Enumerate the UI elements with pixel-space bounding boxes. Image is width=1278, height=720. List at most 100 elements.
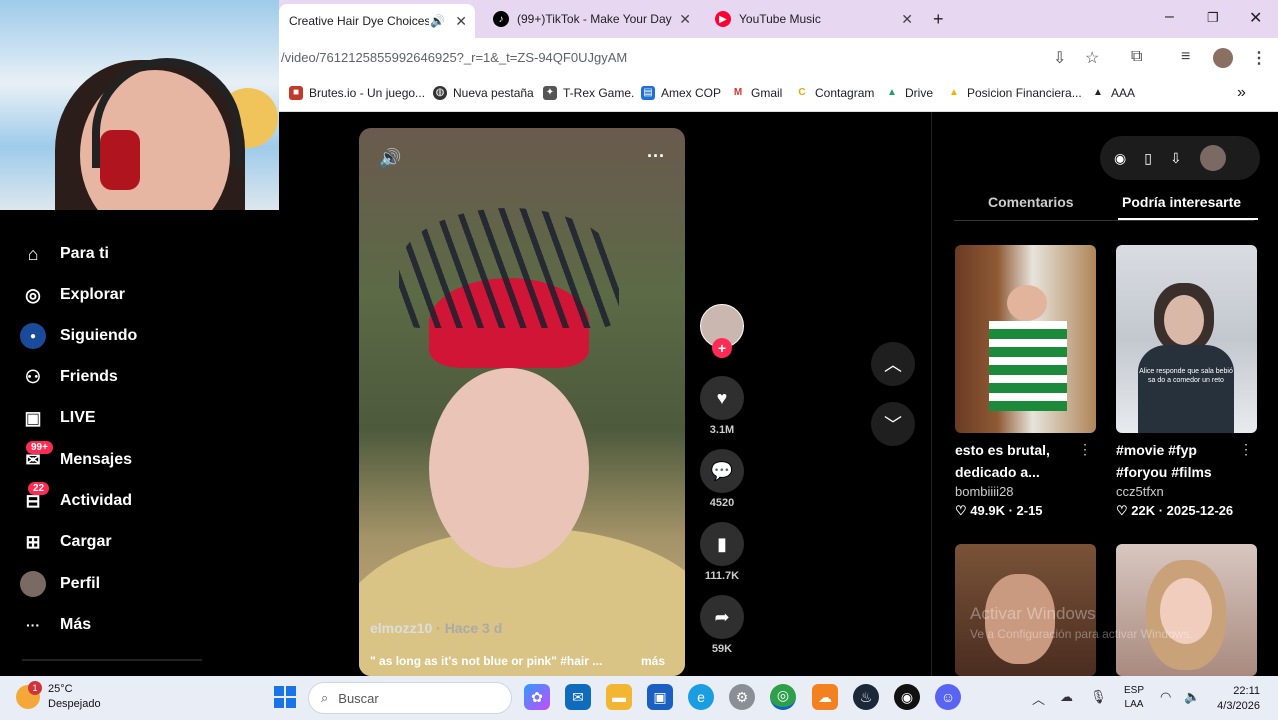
home-icon: ⌂ xyxy=(27,243,39,264)
suggested-video-card[interactable]: esto es brutal, dedicado a... ⋮ bombiiii… xyxy=(955,245,1096,519)
save-action[interactable]: ▮ 111.7K xyxy=(700,522,744,582)
tab-youtube-music[interactable]: ▶ YouTube Music ✕ xyxy=(705,4,921,34)
game-app-icon[interactable]: ◉ xyxy=(894,684,920,710)
close-window-button[interactable]: ✕ xyxy=(1249,8,1262,28)
clock[interactable]: 22:11 4/3/2026 xyxy=(1210,684,1260,714)
video-thumbnail[interactable] xyxy=(955,245,1096,433)
edge-icon[interactable]: e xyxy=(688,684,714,710)
taskbar-search[interactable]: ⌕ Buscar xyxy=(308,682,512,714)
bookmark-trex[interactable]: ✦ T-Rex Game. xyxy=(543,86,634,100)
new-tab-button[interactable]: + xyxy=(933,4,953,34)
menu-icon[interactable]: ⋮ xyxy=(1251,48,1267,68)
tab-comentarios[interactable]: Comentarios xyxy=(988,194,1074,210)
comment-action[interactable]: 💬 4520 xyxy=(700,449,744,509)
heart-icon[interactable]: ♥ xyxy=(700,376,744,420)
bookmark-amex[interactable]: ▤ Amex COP xyxy=(641,86,721,100)
profile-avatar-icon[interactable] xyxy=(1213,48,1233,68)
suggested-video-card[interactable] xyxy=(1116,544,1257,676)
sidebar-item-label: Siguiendo xyxy=(60,327,138,344)
bookmark-brutes[interactable]: ■ Brutes.io - Un juego... xyxy=(289,86,425,100)
bookmark-icon[interactable]: ▮ xyxy=(700,522,744,566)
share-icon[interactable]: ➦ xyxy=(700,595,744,639)
extensions-icon[interactable]: ⧉ xyxy=(1131,48,1142,66)
microphone-icon[interactable]: 🎙 xyxy=(1090,689,1107,705)
tab-title: (99+)TikTok - Make Your Day xyxy=(517,12,672,26)
cloud-icon[interactable]: ☁ xyxy=(812,684,838,710)
card-more-icon[interactable]: ⋮ xyxy=(1078,441,1092,458)
discord-icon[interactable]: ☺ xyxy=(935,684,961,710)
bookmark-aaa[interactable]: ▲ AAA xyxy=(1091,86,1135,100)
close-tab-icon[interactable]: ✕ xyxy=(455,13,467,30)
outlook-icon[interactable]: ✉ xyxy=(565,684,591,710)
volume-icon[interactable]: 🔊 xyxy=(379,148,401,169)
compass-icon[interactable]: ◉ xyxy=(1114,150,1126,167)
compass-icon: ◎ xyxy=(25,284,41,305)
tray-expand-icon[interactable]: ︿ xyxy=(1032,689,1045,708)
bookmark-drive[interactable]: ▲ Drive xyxy=(885,86,933,100)
previous-video-button[interactable]: ︿ xyxy=(871,342,915,386)
store-icon[interactable]: ▣ xyxy=(647,684,673,710)
minimize-button[interactable]: – xyxy=(1165,8,1174,26)
user-avatar[interactable] xyxy=(1199,145,1226,171)
follow-plus-icon[interactable]: + xyxy=(712,338,732,358)
weather-widget[interactable]: 1 25°C Despejado xyxy=(16,681,101,712)
sidebar-item-para-ti[interactable]: ⌂ Para ti xyxy=(20,241,109,267)
bookmark-gmail[interactable]: M Gmail xyxy=(731,86,782,100)
author-avatar-button[interactable]: + xyxy=(700,304,744,358)
tab-tiktok[interactable]: ♪ (99+)TikTok - Make Your Day ✕ xyxy=(483,4,699,34)
tab-podria-interesarte[interactable]: Podría interesarte xyxy=(1122,194,1241,210)
like-action[interactable]: ♥ 3.1M xyxy=(700,376,744,436)
install-app-icon[interactable]: ⇩ xyxy=(1053,48,1066,68)
card-user[interactable]: ccz5tfxn xyxy=(1116,484,1257,499)
suggested-video-card[interactable]: Alice responde que sala bebió sa do a co… xyxy=(1116,245,1257,519)
tab-creative-hair[interactable]: Creative Hair Dye Choices: E 🔊 ✕ xyxy=(279,4,475,38)
sidebar-item-actividad[interactable]: ⊟ 22 Actividad xyxy=(20,482,132,514)
close-tab-icon[interactable]: ✕ xyxy=(679,11,691,28)
windows-start-icon[interactable] xyxy=(274,686,296,708)
sidebar-item-siguiendo[interactable]: ● Siguiendo xyxy=(20,323,137,349)
video-player[interactable]: 🔊 ··· elmozz10 · Hace 3 d " as long as i… xyxy=(359,128,685,676)
chrome-icon[interactable]: ◎ xyxy=(770,684,796,710)
language-indicator[interactable]: ESP LAA xyxy=(1124,684,1144,712)
wifi-icon[interactable]: ◠ xyxy=(1160,689,1171,705)
settings-gear-icon[interactable]: ⚙ xyxy=(729,684,755,710)
mobile-icon[interactable]: ▯ xyxy=(1144,150,1152,167)
steam-icon[interactable]: ♨ xyxy=(853,684,879,710)
media-control-icon[interactable]: ≡ xyxy=(1181,48,1190,66)
bookmark-posicion[interactable]: ▲ Posicion Financiera... xyxy=(947,86,1082,100)
sidebar-item-mensajes[interactable]: ✉ 99+ Mensajes xyxy=(20,441,132,473)
file-explorer-icon[interactable]: ▬ xyxy=(606,684,632,710)
share-action[interactable]: ➦ 59K xyxy=(700,595,744,655)
video-thumbnail[interactable] xyxy=(1116,544,1257,676)
sidebar-item-perfil[interactable]: ◉ Perfil xyxy=(20,571,100,597)
video-more-icon[interactable]: ··· xyxy=(647,146,665,167)
volume-tray-icon[interactable]: 🔈 xyxy=(1184,689,1200,705)
sidebar-item-cargar[interactable]: ⊞ Cargar xyxy=(20,529,111,555)
download-icon[interactable]: ⇩ xyxy=(1170,150,1182,167)
bookmark-contagram[interactable]: C Contagram xyxy=(795,86,874,100)
sidebar-item-live[interactable]: ▣ LIVE xyxy=(20,405,95,431)
more-bookmarks-icon[interactable]: » xyxy=(1237,84,1246,102)
sidebar-item-friends[interactable]: ⚇ Friends xyxy=(20,364,118,390)
video-author-line[interactable]: elmozz10 · Hace 3 d xyxy=(370,620,502,636)
maximize-button[interactable]: ❐ xyxy=(1207,10,1219,26)
sidebar-item-explorar[interactable]: ◎ Explorar xyxy=(20,282,125,308)
bookmark-nueva-pestana[interactable]: ◍ Nueva pestaña xyxy=(433,86,534,100)
sidebar-item-mas[interactable]: ··· Más xyxy=(20,612,91,638)
speaker-icon[interactable]: 🔊 xyxy=(430,14,445,28)
comment-icon[interactable]: 💬 xyxy=(700,449,744,493)
sidebar-scrollbar[interactable] xyxy=(22,659,202,661)
video-thumbnail[interactable]: Alice responde que sala bebió sa do a co… xyxy=(1116,245,1257,433)
next-video-button[interactable]: ﹀ xyxy=(871,402,915,446)
url-field[interactable]: /video/7612125855992646925?_r=1&_t=ZS-94… xyxy=(281,50,627,65)
copilot-icon[interactable]: ✿ xyxy=(524,684,550,710)
card-stats: ♡ 49.9K · 2-15 xyxy=(955,503,1043,518)
card-user[interactable]: bombiiii28 xyxy=(955,484,1096,499)
bookmark-star-icon[interactable]: ☆ xyxy=(1085,48,1099,68)
card-more-icon[interactable]: ⋮ xyxy=(1239,441,1253,458)
cloud-tray-icon[interactable]: ☁ xyxy=(1060,689,1073,705)
tiktok-icon: ♪ xyxy=(493,11,509,27)
close-tab-icon[interactable]: ✕ xyxy=(901,11,913,28)
video-author[interactable]: elmozz10 xyxy=(370,620,432,636)
video-more-link[interactable]: más xyxy=(641,654,665,668)
